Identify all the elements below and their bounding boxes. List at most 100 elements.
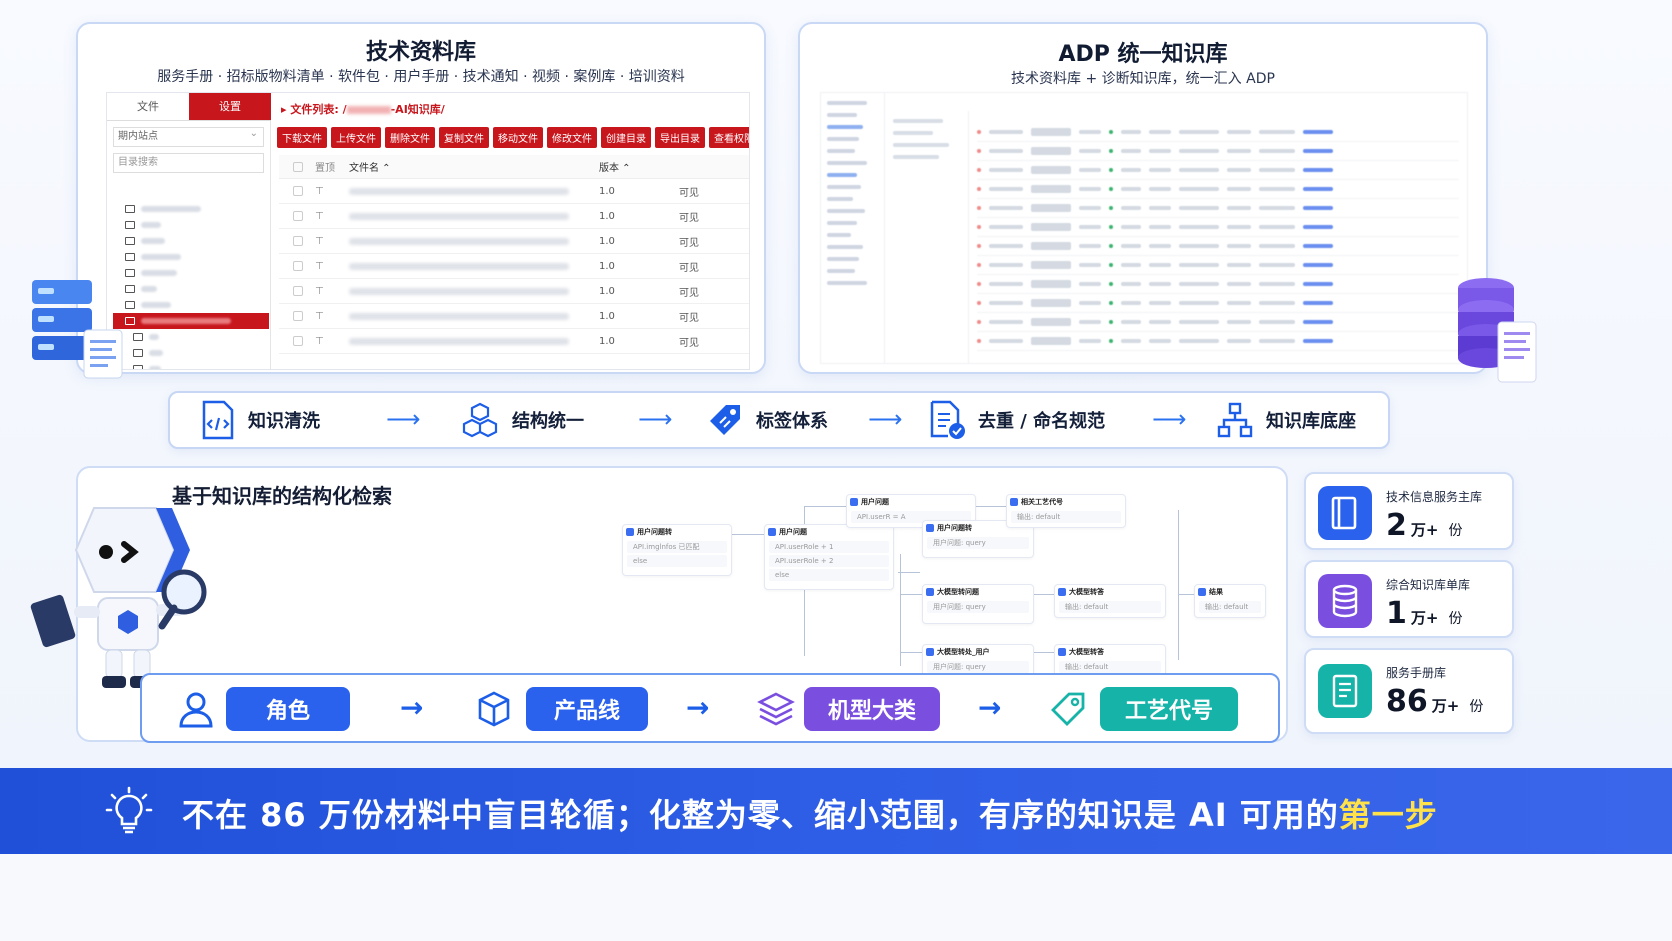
pin-icon[interactable]: ⊤ xyxy=(315,211,349,222)
table-row[interactable]: ⊤ 1.0 可见 xyxy=(279,254,749,279)
flow-node[interactable]: 用户问题转 API.imglnfos 已匹配 else xyxy=(622,524,732,576)
directory-tree xyxy=(113,201,269,369)
row-checkbox[interactable] xyxy=(293,186,303,196)
knowledge-pipeline: 知识清洗 ⟶ 结构统一 ⟶ 标签体系 ⟶ 去重 / 命名规范 ⟶ 知识库底座 xyxy=(168,391,1390,449)
row-checkbox[interactable] xyxy=(293,211,303,221)
folder-icon xyxy=(133,333,143,341)
retrieval-filter-chain: 角色 → 产品线 → 机型大类 → 工艺代号 xyxy=(140,673,1280,743)
database-icon xyxy=(1318,574,1372,628)
adp-grid-row xyxy=(977,161,1459,180)
create-directory-button[interactable]: 创建目录 xyxy=(601,127,651,148)
tab-settings[interactable]: 设置 xyxy=(189,93,271,121)
tree-item[interactable] xyxy=(113,297,269,313)
adp-grid-row xyxy=(977,256,1459,275)
adp-grid-row xyxy=(977,199,1459,218)
visibility-cell: 可见 xyxy=(679,337,699,349)
tree-item[interactable] xyxy=(113,249,269,265)
pin-icon[interactable]: ⊤ xyxy=(315,336,349,347)
folder-icon xyxy=(125,221,135,229)
tree-item[interactable] xyxy=(113,217,269,233)
conclusion-highlight: 第一步 xyxy=(1338,796,1438,834)
flow-node[interactable]: 大模型转答 输出: default xyxy=(1054,584,1166,618)
tab-files[interactable]: 文件 xyxy=(107,93,189,121)
tree-item[interactable] xyxy=(113,329,269,345)
pin-icon[interactable]: ⊤ xyxy=(315,186,349,197)
stat-label: 服务手册库 xyxy=(1386,666,1447,680)
filename-cell[interactable] xyxy=(349,262,599,270)
hierarchy-icon xyxy=(1217,402,1253,438)
row-checkbox[interactable] xyxy=(293,261,303,271)
pin-icon[interactable]: ⊤ xyxy=(315,261,349,272)
filename-cell[interactable] xyxy=(349,237,599,245)
row-checkbox[interactable] xyxy=(293,336,303,346)
adp-library-panel: ADP 统一知识库 技术资料库 + 诊断知识库，统一汇入 ADP xyxy=(798,22,1488,374)
adp-library-title: ADP 统一知识库 xyxy=(1058,42,1228,67)
download-file-button[interactable]: 下载文件 xyxy=(277,127,327,148)
tree-item[interactable] xyxy=(113,233,269,249)
table-row[interactable]: ⊤ 1.0 可见 xyxy=(279,329,749,354)
product-line-tag[interactable]: 产品线 xyxy=(526,687,648,731)
column-version[interactable]: 版本 ⌃ xyxy=(599,159,679,174)
table-row[interactable]: ⊤ 1.0 可见 xyxy=(279,304,749,329)
column-pin[interactable]: 置顶 xyxy=(315,159,349,174)
tree-item[interactable] xyxy=(113,281,269,297)
flow-node[interactable]: 大模型转问题 用户问题: query xyxy=(922,584,1034,624)
tree-item[interactable] xyxy=(113,201,269,217)
filename-cell[interactable] xyxy=(349,212,599,220)
version-cell: 1.0 xyxy=(599,185,615,197)
directory-search-input[interactable]: 目录搜索 xyxy=(113,153,264,173)
site-select[interactable]: 期内站点 xyxy=(113,125,264,147)
move-file-button[interactable]: 移动文件 xyxy=(493,127,543,148)
tree-item[interactable] xyxy=(113,361,269,369)
pin-icon[interactable]: ⊤ xyxy=(315,311,349,322)
tree-item[interactable] xyxy=(113,345,269,361)
document-check-icon xyxy=(930,400,965,439)
tree-item[interactable] xyxy=(113,265,269,281)
row-checkbox[interactable] xyxy=(293,286,303,296)
tag-outline-icon xyxy=(1051,692,1085,726)
filename-cell[interactable] xyxy=(349,187,599,195)
row-checkbox[interactable] xyxy=(293,236,303,246)
table-row[interactable]: ⊤ 1.0 可见 xyxy=(279,279,749,304)
visibility-cell: 可见 xyxy=(679,312,699,324)
flow-node[interactable]: 相关工艺代号 输出: default xyxy=(1006,494,1126,528)
export-directory-button[interactable]: 导出目录 xyxy=(655,127,705,148)
pipeline-step-label: 结构统一 xyxy=(512,411,584,432)
view-permissions-button[interactable]: 查看权限 xyxy=(709,127,749,148)
folder-icon xyxy=(125,237,135,245)
folder-icon xyxy=(125,205,135,213)
row-checkbox[interactable] xyxy=(293,311,303,321)
edit-file-button[interactable]: 修改文件 xyxy=(547,127,597,148)
table-row[interactable]: ⊤ 1.0 可见 xyxy=(279,204,749,229)
pin-icon[interactable]: ⊤ xyxy=(315,236,349,247)
tech-library-panel: 技术资料库 服务手册 · 招标版物料清单 · 软件包 · 用户手册 · 技术通知… xyxy=(76,22,766,374)
adp-grid-row xyxy=(977,313,1459,332)
process-code-tag[interactable]: 工艺代号 xyxy=(1100,687,1238,731)
folder-icon xyxy=(133,349,143,357)
upload-file-button[interactable]: 上传文件 xyxy=(331,127,381,148)
tag-icon xyxy=(710,405,740,435)
path-suffix: -AI知识库/ xyxy=(390,103,445,116)
flow-node[interactable]: 用户问题 API.userRole + 1 API.userRole + 2 e… xyxy=(764,524,894,590)
column-filename[interactable]: 文件名 ⌃ xyxy=(349,159,599,174)
flow-node[interactable]: 结果 输出: default xyxy=(1194,584,1266,618)
select-all-checkbox[interactable] xyxy=(293,161,303,172)
tech-library-title: 技术资料库 xyxy=(365,40,476,65)
file-action-toolbar: 下载文件 上传文件 删除文件 复制文件 移动文件 修改文件 创建目录 导出目录 … xyxy=(277,127,749,148)
role-tag[interactable]: 角色 xyxy=(226,687,350,731)
version-cell: 1.0 xyxy=(599,285,615,297)
pipeline-step-label: 标签体系 xyxy=(756,411,828,432)
adp-grid-row xyxy=(977,294,1459,313)
pin-icon[interactable]: ⊤ xyxy=(315,286,349,297)
filename-cell[interactable] xyxy=(349,287,599,295)
model-category-tag[interactable]: 机型大类 xyxy=(804,687,940,731)
tree-item-selected[interactable] xyxy=(113,313,269,329)
filename-cell[interactable] xyxy=(349,337,599,345)
table-row[interactable]: ⊤ 1.0 可见 xyxy=(279,179,749,204)
copy-file-button[interactable]: 复制文件 xyxy=(439,127,489,148)
file-manager-tabs: 文件 设置 xyxy=(107,93,271,121)
delete-file-button[interactable]: 删除文件 xyxy=(385,127,435,148)
filename-cell[interactable] xyxy=(349,312,599,320)
table-row[interactable]: ⊤ 1.0 可见 xyxy=(279,229,749,254)
pipeline-step-structure: 结构统一 xyxy=(460,393,584,447)
